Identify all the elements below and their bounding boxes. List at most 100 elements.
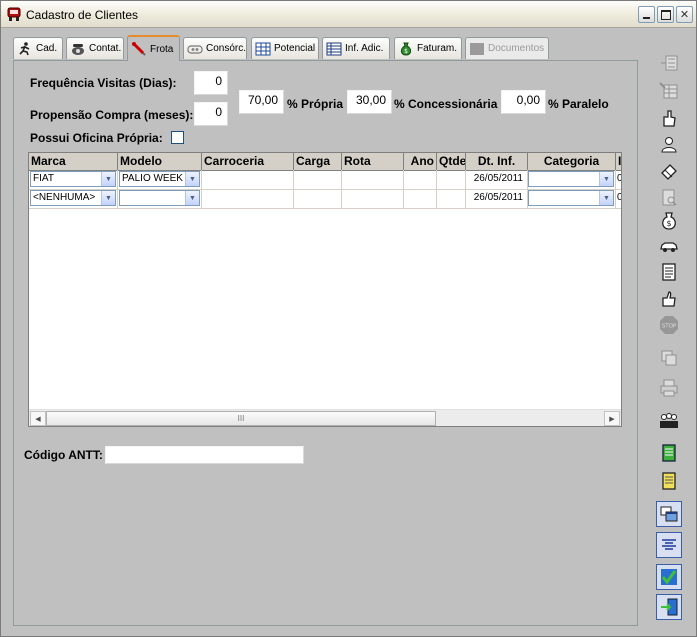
print-button — [656, 375, 682, 401]
tab-frota[interactable]: Frota — [127, 35, 180, 61]
close-button[interactable]: ✕ — [676, 6, 693, 23]
document-list-button[interactable] — [656, 259, 682, 285]
tab-potencial[interactable]: Potencial — [251, 37, 319, 59]
table-row[interactable]: <NENHUMA> ▼ ▼ 26/05/2011 ▼ — [29, 189, 621, 209]
yellow-document-button[interactable] — [656, 468, 682, 494]
minimize-button[interactable] — [638, 6, 655, 23]
modelo-select[interactable]: PALIO WEEK ▼ — [119, 171, 200, 187]
cell-extra[interactable]: 0 — [616, 189, 621, 208]
tree-add-icon — [661, 55, 678, 71]
tab-faturam[interactable]: $ Faturam. — [394, 37, 462, 59]
close-icon: ✕ — [679, 9, 690, 21]
categoria-select[interactable]: ▼ — [528, 190, 614, 206]
cell-modelo[interactable]: ▼ — [118, 189, 202, 208]
chevron-down-icon[interactable]: ▼ — [599, 172, 613, 186]
tab-contat[interactable]: Contat. — [66, 37, 124, 59]
cell-carga[interactable] — [294, 189, 342, 208]
svg-text:$: $ — [404, 48, 408, 55]
title-bar[interactable]: Cadastro de Clientes ✕ — [1, 1, 696, 28]
column-header-marca[interactable]: Marca — [29, 153, 118, 170]
cell-qtde[interactable] — [437, 189, 466, 208]
maximize-button[interactable] — [657, 6, 674, 23]
categoria-select[interactable]: ▼ — [528, 171, 614, 187]
table-add-button — [656, 78, 682, 104]
minimize-icon — [643, 16, 650, 19]
column-header-carga[interactable]: Carga — [294, 153, 342, 170]
cell-categoria[interactable]: ▼ — [528, 170, 616, 189]
chevron-down-icon[interactable]: ▼ — [185, 172, 199, 186]
column-header-dt-inf[interactable]: Dt. Inf. — [466, 153, 528, 170]
column-header-qtde[interactable]: Qtde — [437, 153, 466, 170]
cell-carroceria[interactable] — [202, 189, 294, 208]
tab-cad-label: Cad. — [36, 43, 58, 54]
marca-select[interactable]: <NENHUMA> ▼ — [30, 190, 116, 206]
cell-marca[interactable]: FIAT ▼ — [29, 170, 118, 189]
column-header-categoria[interactable]: Categoria — [528, 153, 616, 170]
cell-ano[interactable] — [404, 189, 437, 208]
cell-marca[interactable]: <NENHUMA> ▼ — [29, 189, 118, 208]
thumbs-up-button[interactable] — [656, 286, 682, 312]
eraser-button[interactable] — [656, 158, 682, 184]
runner-icon — [19, 41, 30, 55]
chevron-down-icon[interactable]: ▼ — [101, 191, 115, 205]
people-group-button[interactable] — [656, 408, 682, 434]
cell-ano[interactable] — [404, 170, 437, 189]
column-header-modelo[interactable]: Modelo — [118, 153, 202, 170]
table-row[interactable]: FIAT ▼ PALIO WEEK ▼ 26/05/2011 ▼ — [29, 170, 621, 190]
grid-header: Marca Modelo Carroceria Carga Rota Ano Q… — [29, 153, 621, 171]
grid-icon — [255, 42, 271, 55]
cell-modelo[interactable]: PALIO WEEK ▼ — [118, 170, 202, 189]
cell-carga[interactable] — [294, 170, 342, 189]
wrench-icon — [132, 42, 146, 56]
horizontal-scrollbar[interactable]: ◀ III ▶ — [29, 409, 621, 426]
frequencia-label: Frequência Visitas (Dias): — [30, 76, 177, 90]
cell-dt-inf[interactable]: 26/05/2011 — [466, 170, 528, 189]
confirm-button[interactable] — [656, 564, 682, 590]
phone-icon — [72, 43, 84, 55]
windows-cascade-button[interactable] — [656, 501, 682, 527]
cell-dt-inf[interactable]: 26/05/2011 — [466, 189, 528, 208]
chevron-down-icon[interactable]: ▼ — [185, 191, 199, 205]
tab-consorc[interactable]: Consórc. — [183, 37, 247, 59]
tab-potencial-label: Potencial — [274, 43, 316, 54]
money-bag-button[interactable]: $ — [656, 208, 682, 234]
concessionaria-input[interactable]: 30,00 — [347, 90, 392, 114]
scroll-left-button[interactable]: ◀ — [30, 411, 46, 426]
frequencia-input[interactable]: 0 — [194, 71, 228, 95]
marca-select[interactable]: FIAT ▼ — [30, 171, 116, 187]
cell-extra[interactable]: 0 — [616, 170, 621, 189]
cell-categoria[interactable]: ▼ — [528, 189, 616, 208]
cell-qtde[interactable] — [437, 170, 466, 189]
chevron-down-icon[interactable]: ▼ — [101, 172, 115, 186]
cell-rota[interactable] — [342, 170, 404, 189]
paralelo-input[interactable]: 0,00 — [501, 90, 546, 114]
propensao-input[interactable]: 0 — [194, 102, 228, 126]
propria-input[interactable]: 70,00 — [239, 90, 284, 114]
chevron-down-icon[interactable]: ▼ — [599, 191, 613, 205]
exit-button[interactable] — [656, 594, 682, 620]
green-document-button[interactable] — [656, 440, 682, 466]
yellow-document-icon — [662, 472, 676, 490]
scroll-right-button[interactable]: ▶ — [604, 411, 620, 426]
modelo-select[interactable]: ▼ — [119, 190, 200, 206]
person-stamp-button[interactable] — [656, 132, 682, 158]
align-center-button[interactable] — [656, 532, 682, 558]
cell-carroceria[interactable] — [202, 170, 294, 189]
antt-input[interactable] — [105, 446, 304, 464]
hand-point-button[interactable] — [656, 105, 682, 131]
money-bag-icon: $ — [400, 42, 412, 56]
tab-cad[interactable]: Cad. — [13, 37, 63, 59]
oficina-checkbox[interactable] — [171, 131, 184, 144]
client-registration-window: Cadastro de Clientes ✕ Cad. Contat. Frot… — [0, 0, 697, 637]
car-button[interactable] — [656, 233, 682, 259]
column-header-extra[interactable]: I — [616, 153, 621, 170]
column-header-carroceria[interactable]: Carroceria — [202, 153, 294, 170]
tab-inf-adic[interactable]: Inf. Adic. — [322, 37, 390, 59]
tree-add-button — [656, 50, 682, 76]
scroll-thumb[interactable]: III — [46, 411, 436, 426]
marca-select-value: FIAT — [33, 173, 54, 184]
cell-rota[interactable] — [342, 189, 404, 208]
column-header-rota[interactable]: Rota — [342, 153, 404, 170]
person-stamp-icon — [661, 137, 677, 153]
column-header-ano[interactable]: Ano — [404, 153, 437, 170]
